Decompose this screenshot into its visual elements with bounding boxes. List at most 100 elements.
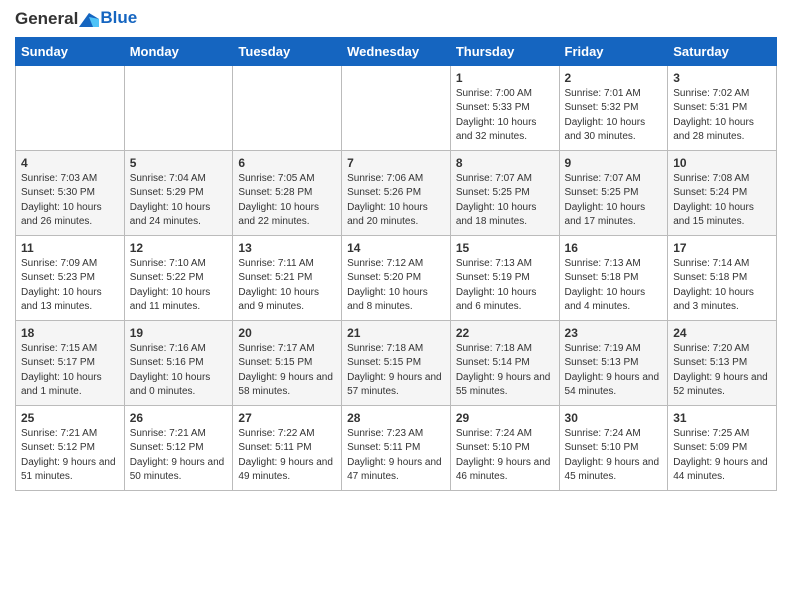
day-number: 24 xyxy=(673,326,771,340)
calendar-cell: 4 Sunrise: 7:03 AMSunset: 5:30 PMDaylight… xyxy=(16,150,125,235)
calendar-cell: 17Sunrise: 7:14 AMSunset: 5:18 PMDayligh… xyxy=(668,235,777,320)
calendar-table: SundayMondayTuesdayWednesdayThursdayFrid… xyxy=(15,37,777,491)
day-number: 16 xyxy=(565,241,663,255)
calendar-cell: 1Sunrise: 7:00 AMSunset: 5:33 PMDaylight… xyxy=(450,65,559,150)
calendar-cell: 13Sunrise: 7:11 AMSunset: 5:21 PMDayligh… xyxy=(233,235,342,320)
day-number: 27 xyxy=(238,411,336,425)
day-info: Sunrise: 7:09 AMSunset: 5:23 PMDaylight:… xyxy=(21,257,119,315)
calendar-cell: 22Sunrise: 7:18 AMSunset: 5:14 PMDayligh… xyxy=(450,320,559,405)
calendar-cell: 26 Sunrise: 7:21 AMSunset: 5:12 PMDayligh… xyxy=(124,405,233,490)
calendar-cell: 18Sunrise: 7:15 AMSunset: 5:17 PMDayligh… xyxy=(16,320,125,405)
day-number: 23 xyxy=(565,326,663,340)
calendar-cell: 23 Sunrise: 7:19 AMSunset: 5:13 PMDayligh… xyxy=(559,320,668,405)
calendar-cell: 28 Sunrise: 7:23 AMSunset: 5:11 PMDayligh… xyxy=(342,405,451,490)
day-info: Sunrise: 7:22 AMSunset: 5:11 PMDaylight:… xyxy=(238,427,336,485)
calendar-cell: 8Sunrise: 7:07 AMSunset: 5:25 PMDaylight… xyxy=(450,150,559,235)
day-number: 28 xyxy=(347,411,445,425)
calendar-header-row: SundayMondayTuesdayWednesdayThursdayFrid… xyxy=(16,37,777,65)
calendar-cell: 24Sunrise: 7:20 AMSunset: 5:13 PMDayligh… xyxy=(668,320,777,405)
day-info: Sunrise: 7:24 AMSunset: 5:10 PMDaylight:… xyxy=(565,427,663,485)
day-number: 29 xyxy=(456,411,554,425)
calendar-week-row: 18Sunrise: 7:15 AMSunset: 5:17 PMDayligh… xyxy=(16,320,777,405)
day-info: Sunrise: 7:01 AMSunset: 5:32 PMDaylight:… xyxy=(565,87,663,145)
day-info: Sunrise: 7:04 AMSunset: 5:29 PMDaylight:… xyxy=(130,172,228,230)
day-number: 8 xyxy=(456,156,554,170)
day-info: Sunrise: 7:18 AMSunset: 5:15 PMDaylight:… xyxy=(347,342,445,400)
weekday-header: Friday xyxy=(559,37,668,65)
day-info: Sunrise: 7:23 AMSunset: 5:11 PMDaylight:… xyxy=(347,427,445,485)
day-info: Sunrise: 7:21 AMSunset: 5:12 PMDaylight:… xyxy=(130,427,228,485)
calendar-cell: 5Sunrise: 7:04 AMSunset: 5:29 PMDaylight… xyxy=(124,150,233,235)
day-number: 11 xyxy=(21,241,119,255)
calendar-cell: 10Sunrise: 7:08 AMSunset: 5:24 PMDayligh… xyxy=(668,150,777,235)
calendar-cell: 7 Sunrise: 7:06 AMSunset: 5:26 PMDaylight… xyxy=(342,150,451,235)
day-info: Sunrise: 7:03 AMSunset: 5:30 PMDaylight:… xyxy=(21,172,119,230)
calendar-cell: 3 Sunrise: 7:02 AMSunset: 5:31 PMDaylight… xyxy=(668,65,777,150)
day-number: 31 xyxy=(673,411,771,425)
day-info: Sunrise: 7:14 AMSunset: 5:18 PMDaylight:… xyxy=(673,257,771,315)
logo-general: General xyxy=(15,9,78,28)
page-container: General Blue SundayMondayTuesdayWednesda… xyxy=(0,0,792,501)
day-info: Sunrise: 7:25 AMSunset: 5:09 PMDaylight:… xyxy=(673,427,771,485)
weekday-header: Tuesday xyxy=(233,37,342,65)
calendar-cell: 16 Sunrise: 7:13 AMSunset: 5:18 PMDayligh… xyxy=(559,235,668,320)
day-number: 12 xyxy=(130,241,228,255)
calendar-cell: 11 Sunrise: 7:09 AMSunset: 5:23 PMDayligh… xyxy=(16,235,125,320)
day-number: 7 xyxy=(347,156,445,170)
calendar-cell: 12 Sunrise: 7:10 AMSunset: 5:22 PMDayligh… xyxy=(124,235,233,320)
calendar-cell: 31 Sunrise: 7:25 AMSunset: 5:09 PMDayligh… xyxy=(668,405,777,490)
calendar-cell: 6Sunrise: 7:05 AMSunset: 5:28 PMDaylight… xyxy=(233,150,342,235)
day-number: 15 xyxy=(456,241,554,255)
day-number: 19 xyxy=(130,326,228,340)
weekday-header: Thursday xyxy=(450,37,559,65)
calendar-cell: 15Sunrise: 7:13 AMSunset: 5:19 PMDayligh… xyxy=(450,235,559,320)
day-number: 22 xyxy=(456,326,554,340)
calendar-week-row: 1Sunrise: 7:00 AMSunset: 5:33 PMDaylight… xyxy=(16,65,777,150)
day-info: Sunrise: 7:13 AMSunset: 5:18 PMDaylight:… xyxy=(565,257,663,315)
day-info: Sunrise: 7:17 AMSunset: 5:15 PMDaylight:… xyxy=(238,342,336,400)
calendar-cell xyxy=(233,65,342,150)
day-number: 18 xyxy=(21,326,119,340)
calendar-cell: 2 Sunrise: 7:01 AMSunset: 5:32 PMDaylight… xyxy=(559,65,668,150)
day-number: 14 xyxy=(347,241,445,255)
calendar-cell: 29 Sunrise: 7:24 AMSunset: 5:10 PMDayligh… xyxy=(450,405,559,490)
calendar-cell xyxy=(16,65,125,150)
day-info: Sunrise: 7:16 AMSunset: 5:16 PMDaylight:… xyxy=(130,342,228,400)
calendar-cell: 14 Sunrise: 7:12 AMSunset: 5:20 PMDayligh… xyxy=(342,235,451,320)
logo: General Blue xyxy=(15,10,137,29)
calendar-cell: 9 Sunrise: 7:07 AMSunset: 5:25 PMDaylight… xyxy=(559,150,668,235)
calendar-cell: 21 Sunrise: 7:18 AMSunset: 5:15 PMDayligh… xyxy=(342,320,451,405)
page-header: General Blue xyxy=(15,10,777,29)
calendar-week-row: 11 Sunrise: 7:09 AMSunset: 5:23 PMDayligh… xyxy=(16,235,777,320)
weekday-header: Monday xyxy=(124,37,233,65)
day-info: Sunrise: 7:21 AMSunset: 5:12 PMDaylight:… xyxy=(21,427,119,485)
calendar-week-row: 25 Sunrise: 7:21 AMSunset: 5:12 PMDayligh… xyxy=(16,405,777,490)
day-info: Sunrise: 7:24 AMSunset: 5:10 PMDaylight:… xyxy=(456,427,554,485)
day-number: 21 xyxy=(347,326,445,340)
calendar-week-row: 4 Sunrise: 7:03 AMSunset: 5:30 PMDaylight… xyxy=(16,150,777,235)
weekday-header: Sunday xyxy=(16,37,125,65)
day-info: Sunrise: 7:11 AMSunset: 5:21 PMDaylight:… xyxy=(238,257,336,315)
calendar-cell xyxy=(124,65,233,150)
day-info: Sunrise: 7:02 AMSunset: 5:31 PMDaylight:… xyxy=(673,87,771,145)
day-number: 26 xyxy=(130,411,228,425)
day-number: 25 xyxy=(21,411,119,425)
day-info: Sunrise: 7:19 AMSunset: 5:13 PMDaylight:… xyxy=(565,342,663,400)
weekday-header: Saturday xyxy=(668,37,777,65)
day-info: Sunrise: 7:05 AMSunset: 5:28 PMDaylight:… xyxy=(238,172,336,230)
day-number: 10 xyxy=(673,156,771,170)
day-number: 20 xyxy=(238,326,336,340)
day-number: 2 xyxy=(565,71,663,85)
logo-blue: Blue xyxy=(100,8,137,28)
day-info: Sunrise: 7:10 AMSunset: 5:22 PMDaylight:… xyxy=(130,257,228,315)
day-info: Sunrise: 7:06 AMSunset: 5:26 PMDaylight:… xyxy=(347,172,445,230)
day-info: Sunrise: 7:07 AMSunset: 5:25 PMDaylight:… xyxy=(565,172,663,230)
calendar-cell: 20 Sunrise: 7:17 AMSunset: 5:15 PMDayligh… xyxy=(233,320,342,405)
day-info: Sunrise: 7:12 AMSunset: 5:20 PMDaylight:… xyxy=(347,257,445,315)
day-number: 3 xyxy=(673,71,771,85)
day-number: 4 xyxy=(21,156,119,170)
day-info: Sunrise: 7:00 AMSunset: 5:33 PMDaylight:… xyxy=(456,87,554,145)
calendar-cell xyxy=(342,65,451,150)
weekday-header: Wednesday xyxy=(342,37,451,65)
day-number: 9 xyxy=(565,156,663,170)
